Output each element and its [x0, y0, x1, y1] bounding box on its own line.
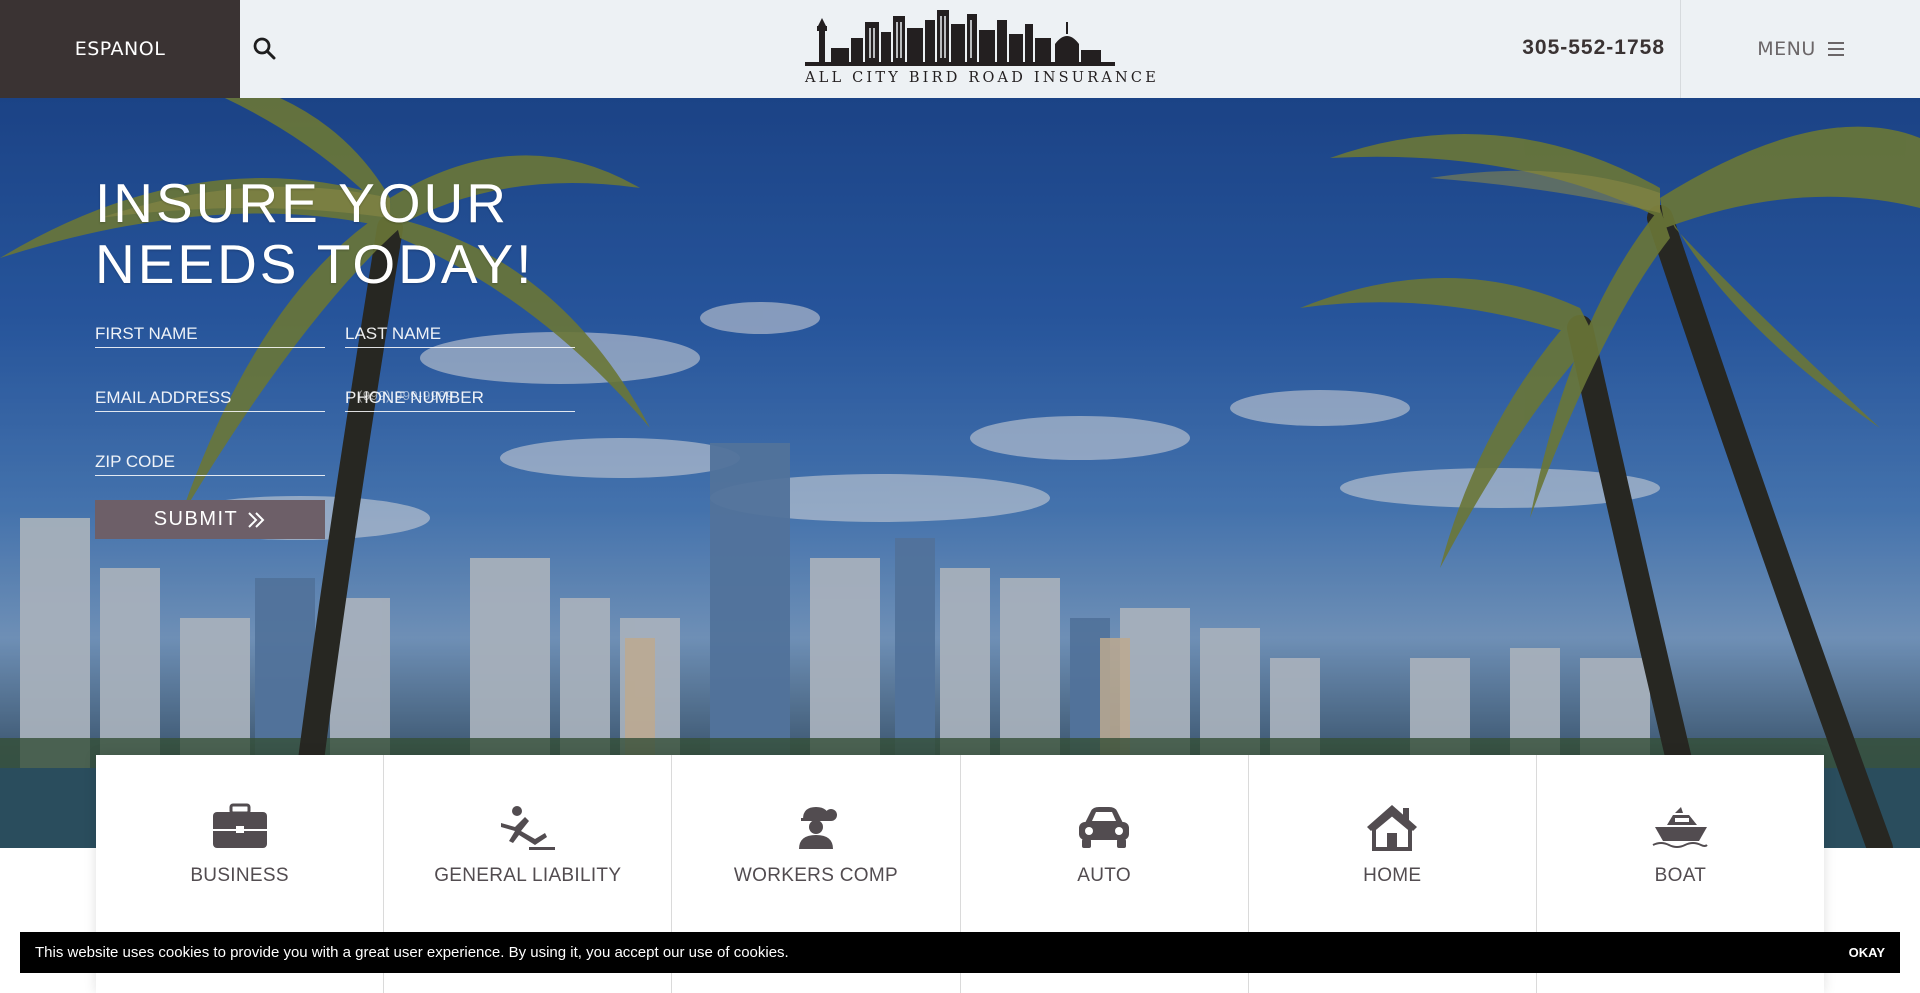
- service-label: BOAT: [1654, 865, 1707, 886]
- site-logo[interactable]: ALL CITY BIRD ROAD INSURANCE: [805, 8, 1159, 92]
- last-name-input[interactable]: [345, 314, 575, 347]
- phone-input-mask: (999) 999-9999: [358, 388, 454, 403]
- boat-icon: [1652, 807, 1709, 848]
- hero-title: INSURE YOUR NEEDS TODAY!: [95, 173, 534, 295]
- slip-fall-icon: [500, 806, 555, 850]
- email-field-wrap: [95, 378, 325, 412]
- submit-label: SUBMIT: [153, 508, 239, 530]
- menu-label: MENU: [1757, 38, 1816, 60]
- zip-input[interactable]: [95, 442, 325, 475]
- first-name-field-wrap: [95, 314, 325, 348]
- cookie-okay-button[interactable]: OKAY: [1849, 945, 1885, 960]
- double-chevron-right-icon: [248, 511, 265, 528]
- service-label: GENERAL LIABILITY: [434, 865, 622, 886]
- skyline-logo-icon: [805, 10, 1115, 66]
- service-label: AUTO: [1077, 865, 1131, 886]
- search-icon[interactable]: [252, 36, 278, 62]
- service-label: WORKERS COMP: [733, 865, 898, 886]
- language-button[interactable]: ESPANOL: [0, 0, 240, 98]
- logo-text: ALL CITY BIRD ROAD INSURANCE: [805, 70, 1159, 86]
- last-name-field-wrap: [345, 314, 575, 348]
- car-icon: [1079, 807, 1130, 848]
- phone-number[interactable]: 305-552-1758: [1522, 36, 1665, 60]
- hero-title-line2: NEEDS TODAY!: [95, 233, 535, 295]
- briefcase-icon: [212, 803, 267, 848]
- worker-icon: [798, 807, 837, 849]
- cookie-banner: This website uses cookies to provide you…: [20, 932, 1900, 973]
- hero-title-line1: INSURE YOUR: [95, 172, 509, 234]
- site-header: ESPANOL ALL CITY BIRD ROAD INSURANCE 305…: [0, 0, 1920, 98]
- first-name-input[interactable]: [95, 314, 325, 347]
- hamburger-icon: [1827, 42, 1844, 56]
- menu-button[interactable]: MENU: [1681, 0, 1920, 98]
- hero-banner: INSURE YOUR NEEDS TODAY! (999) 999-9999 …: [0, 98, 1920, 848]
- submit-button[interactable]: SUBMIT: [95, 500, 325, 539]
- house-icon: [1367, 805, 1418, 851]
- zip-field-wrap: [95, 442, 325, 476]
- cookie-message: This website uses cookies to provide you…: [35, 944, 789, 961]
- email-input[interactable]: [95, 378, 325, 411]
- service-label: HOME: [1363, 865, 1422, 886]
- service-label: BUSINESS: [190, 865, 289, 886]
